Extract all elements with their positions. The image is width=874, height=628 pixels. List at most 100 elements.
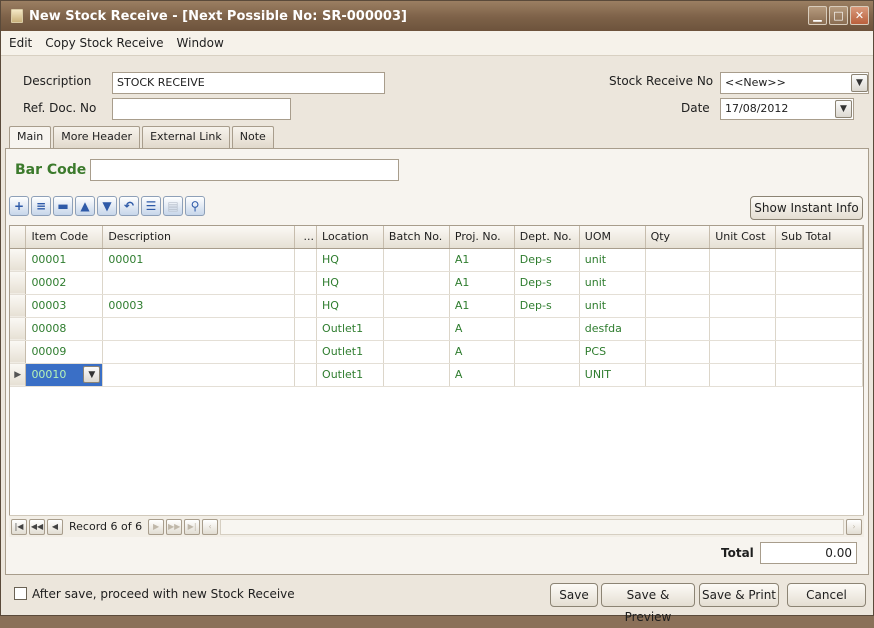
insert-row-icon[interactable]: ≡ <box>31 196 51 216</box>
dept-no-cell[interactable] <box>514 317 580 341</box>
qty-cell[interactable] <box>645 363 711 387</box>
batch-no-cell[interactable] <box>383 363 450 387</box>
item-code-cell[interactable]: 00001 <box>25 248 104 272</box>
description-cell[interactable] <box>102 340 296 364</box>
sub-total-cell[interactable] <box>775 271 863 295</box>
batch-no-cell[interactable] <box>383 317 450 341</box>
sub-total-cell[interactable] <box>775 294 863 318</box>
more-cell[interactable] <box>294 248 318 272</box>
stock-receive-no-combo[interactable]: <<New>> <box>720 72 869 94</box>
description-cell[interactable] <box>102 271 296 295</box>
previous-page-icon[interactable]: ◀◀ <box>29 518 45 535</box>
unit-cost-cell[interactable] <box>709 340 777 364</box>
scroll-right-icon[interactable]: › <box>846 518 862 535</box>
barcode-input[interactable] <box>90 159 399 181</box>
uom-cell[interactable]: unit <box>579 271 646 295</box>
move-down-icon[interactable]: ▼ <box>97 196 117 216</box>
menu-window[interactable]: Window <box>175 34 226 52</box>
qty-cell[interactable] <box>645 294 711 318</box>
row-indicator[interactable] <box>10 271 27 295</box>
item-code-cell[interactable]: 00002 <box>25 271 104 295</box>
uom-cell[interactable]: desfda <box>579 317 646 341</box>
proj-no-cell[interactable]: A <box>449 317 515 341</box>
description-cell[interactable] <box>102 317 296 341</box>
list-icon[interactable]: ☰ <box>141 196 161 216</box>
horizontal-scrollbar[interactable] <box>220 518 844 535</box>
batch-no-cell[interactable] <box>383 248 450 272</box>
dept-no-cell[interactable]: Dep-s <box>514 294 580 318</box>
table-row[interactable]: 00002 HQ A1 Dep-s unit <box>10 271 863 295</box>
item-code-cell[interactable]: 00009 <box>25 340 104 364</box>
item-code-cell[interactable]: 00003 <box>25 294 104 318</box>
table-row[interactable]: 00008 Outlet1 A desfda <box>10 317 863 341</box>
current-row-indicator-icon[interactable]: ▶ <box>10 363 27 387</box>
proj-no-cell[interactable]: A1 <box>449 271 515 295</box>
location-cell[interactable]: Outlet1 <box>316 363 384 387</box>
proj-no-cell[interactable]: A <box>449 363 515 387</box>
show-instant-info-button[interactable]: Show Instant Info <box>750 196 863 220</box>
more-cell[interactable] <box>294 294 318 318</box>
unit-cost-cell[interactable] <box>709 294 777 318</box>
save-print-button[interactable]: Save & Print <box>699 583 779 607</box>
title-bar[interactable]: New Stock Receive - [Next Possible No: S… <box>1 1 873 31</box>
maximize-button[interactable]: □ <box>829 6 848 25</box>
unit-cost-cell[interactable] <box>709 271 777 295</box>
batch-no-cell[interactable] <box>383 271 450 295</box>
item-code-cell-editing[interactable]: 00010 ▼ <box>25 363 104 387</box>
description-input[interactable]: STOCK RECEIVE <box>112 72 385 94</box>
menu-edit[interactable]: Edit <box>7 34 34 52</box>
description-cell[interactable]: 00003 <box>102 294 296 318</box>
close-button[interactable]: ✕ <box>850 6 869 25</box>
unit-cost-cell[interactable] <box>709 248 777 272</box>
qty-cell[interactable] <box>645 248 711 272</box>
items-grid[interactable]: Item Code Description ... Location Batch… <box>9 225 864 537</box>
batch-no-cell[interactable] <box>383 294 450 318</box>
col-unit-cost[interactable]: Unit Cost <box>709 226 777 249</box>
save-preview-button[interactable]: Save & Preview <box>601 583 695 624</box>
row-indicator[interactable] <box>10 248 27 272</box>
more-cell[interactable] <box>294 340 318 364</box>
delete-row-icon[interactable]: ▬ <box>53 196 73 216</box>
col-description[interactable]: Description <box>102 226 296 249</box>
col-item-code[interactable]: Item Code <box>25 226 104 249</box>
col-location[interactable]: Location <box>316 226 384 249</box>
more-cell[interactable] <box>294 271 318 295</box>
cancel-button[interactable]: Cancel <box>787 583 866 607</box>
minimize-button[interactable]: ▁ <box>808 6 827 25</box>
col-sub-total[interactable]: Sub Total <box>775 226 863 249</box>
dept-no-cell[interactable] <box>514 363 580 387</box>
uom-cell[interactable]: PCS <box>579 340 646 364</box>
batch-no-cell[interactable] <box>383 340 450 364</box>
add-row-icon[interactable]: + <box>9 196 29 216</box>
more-cell[interactable] <box>294 363 318 387</box>
location-cell[interactable]: HQ <box>316 271 384 295</box>
description-cell[interactable]: 00001 <box>102 248 296 272</box>
proj-no-cell[interactable]: A1 <box>449 248 515 272</box>
proceed-label[interactable]: After save, proceed with new Stock Recei… <box>32 587 295 601</box>
proj-no-cell[interactable]: A1 <box>449 294 515 318</box>
proj-no-cell[interactable]: A <box>449 340 515 364</box>
table-row[interactable]: 00009 Outlet1 A PCS <box>10 340 863 364</box>
col-uom[interactable]: UOM <box>579 226 646 249</box>
qty-cell[interactable] <box>645 317 711 341</box>
unit-cost-cell[interactable] <box>709 363 777 387</box>
uom-cell[interactable]: unit <box>579 248 646 272</box>
tab-more-header[interactable]: More Header <box>53 126 141 148</box>
row-indicator[interactable] <box>10 340 27 364</box>
tab-main[interactable]: Main <box>9 126 52 149</box>
proceed-checkbox[interactable] <box>14 587 27 600</box>
location-cell[interactable]: HQ <box>316 248 384 272</box>
search-icon[interactable]: ⚲ <box>185 196 205 216</box>
scroll-left-icon[interactable]: ‹ <box>202 518 219 535</box>
item-code-edit-value[interactable]: 00010 <box>31 368 66 381</box>
sub-total-cell[interactable] <box>775 248 863 272</box>
save-button[interactable]: Save <box>550 583 598 607</box>
tab-note[interactable]: Note <box>231 126 274 148</box>
calendar-dropdown-icon[interactable]: ▼ <box>835 100 852 118</box>
table-row[interactable]: 00003 00003 HQ A1 Dep-s unit <box>10 294 863 318</box>
dept-no-cell[interactable]: Dep-s <box>514 248 580 272</box>
col-more[interactable]: ... <box>294 226 318 249</box>
sub-total-cell[interactable] <box>775 317 863 341</box>
row-indicator[interactable] <box>10 294 27 318</box>
ref-doc-input[interactable] <box>112 98 291 120</box>
